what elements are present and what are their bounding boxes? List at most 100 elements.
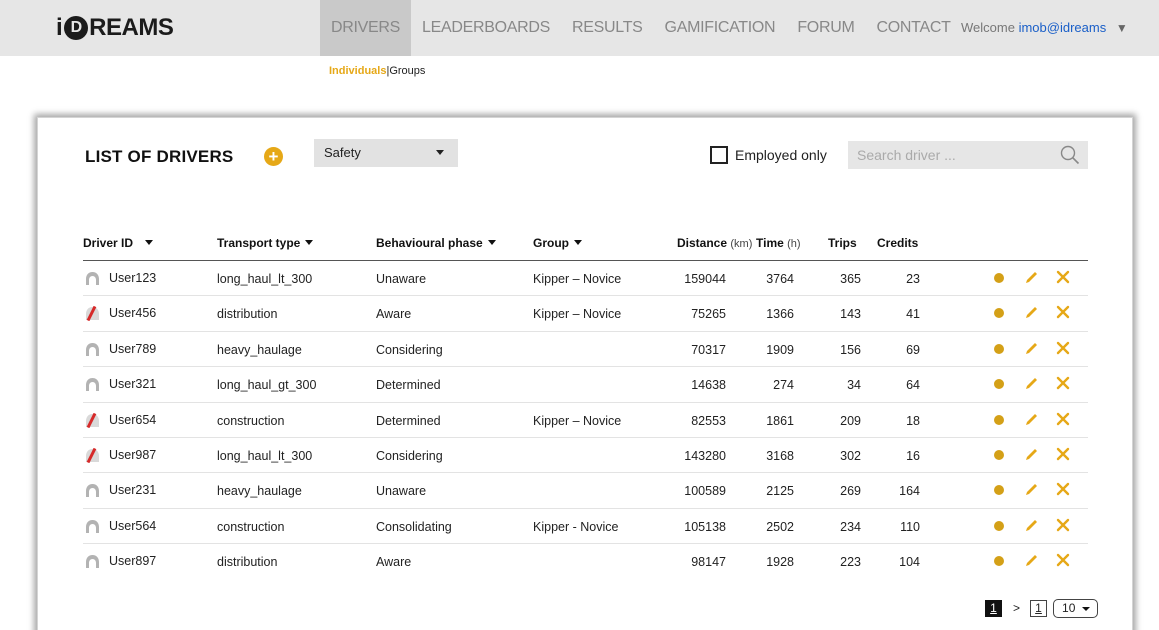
nav-results[interactable]: RESULTS (561, 0, 654, 56)
col-group[interactable]: Group (533, 236, 582, 250)
page-size-value: 10 (1062, 600, 1076, 615)
cell-credits: 110 (900, 519, 920, 534)
nav-gamification[interactable]: GAMIFICATION (654, 0, 787, 56)
status-dot-icon[interactable] (994, 273, 1004, 283)
edit-pencil-icon[interactable] (1024, 341, 1039, 356)
cell-time: 274 (773, 378, 794, 393)
delete-x-icon[interactable] (1056, 518, 1070, 532)
table-row[interactable]: User321 long_haul_gt_300 Determined 14638 27… (83, 367, 1088, 403)
welcome-menu[interactable]: Welcome imob@idreams ▼ (961, 20, 1128, 35)
subnav-groups[interactable]: Groups (389, 65, 425, 77)
delete-x-icon[interactable] (1056, 341, 1070, 355)
pagination: 1 > 1 10 (985, 598, 1099, 618)
cell-driver-id[interactable]: User564 (109, 519, 156, 533)
edit-pencil-icon[interactable] (1024, 447, 1039, 462)
delete-x-icon[interactable] (1056, 270, 1070, 284)
page-last[interactable]: 1 (1030, 599, 1048, 617)
nav-forum[interactable]: FORUM (786, 0, 865, 56)
table-row[interactable]: User123 long_haul_lt_300 Unaware Kipper – N… (83, 261, 1088, 297)
edit-pencil-icon[interactable] (1024, 412, 1039, 427)
cell-driver-id[interactable]: User789 (109, 342, 156, 356)
table-row[interactable]: User654 construction Determined Kipper – No… (83, 403, 1088, 438)
sort-caret-icon[interactable] (574, 240, 582, 245)
cell-credits: 18 (906, 413, 920, 428)
table-row[interactable]: User789 heavy_haulage Considering 70317 1909… (83, 332, 1088, 368)
search-driver-input[interactable] (848, 141, 1048, 169)
cell-time: 3764 (766, 272, 794, 286)
col-time-unit: (h) (787, 238, 801, 250)
search-icon[interactable] (1060, 145, 1080, 165)
subnav-individuals[interactable]: Individuals (329, 65, 386, 77)
nav-drivers[interactable]: DRIVERS (320, 0, 412, 56)
table-row[interactable]: User897 distribution Aware 98147 1928 223 104 (83, 544, 1088, 579)
cell-driver-id[interactable]: User123 (109, 271, 156, 285)
logo-letter-d: D (64, 16, 89, 40)
delete-x-icon[interactable] (1056, 482, 1070, 496)
page-current[interactable]: 1 (985, 599, 1002, 617)
cell-group: Kipper – Novice (533, 307, 622, 322)
page-next[interactable]: > (1013, 601, 1020, 615)
cell-driver-id[interactable]: User654 (109, 413, 156, 427)
user-avatar-icon (86, 484, 99, 498)
table-row[interactable]: User987 long_haul_lt_300 Considering 143280… (83, 438, 1088, 474)
status-dot-icon[interactable] (994, 556, 1004, 567)
status-dot-icon[interactable] (994, 520, 1004, 531)
employed-only-label[interactable]: Employed only (735, 147, 827, 163)
table-row[interactable]: User564 construction Consolidating Kipper -… (83, 509, 1088, 545)
add-driver-button[interactable]: + (264, 147, 283, 166)
sort-caret-icon[interactable] (145, 240, 154, 245)
category-select[interactable]: Safety (314, 139, 458, 167)
status-dot-icon[interactable] (994, 485, 1004, 496)
delete-x-icon[interactable] (1056, 553, 1070, 567)
page-size-select[interactable]: 10 (1053, 598, 1099, 618)
cell-behavioural-phase: Aware (376, 307, 412, 322)
edit-pencil-icon[interactable] (1024, 518, 1039, 533)
caret-down-icon[interactable]: ▼ (1116, 21, 1128, 35)
sort-caret-icon[interactable] (305, 240, 314, 245)
delete-x-icon[interactable] (1056, 447, 1070, 461)
edit-pencil-icon[interactable] (1024, 482, 1039, 497)
idreams-logo[interactable]: i D REAMS (56, 14, 174, 42)
cell-driver-id[interactable]: User897 (109, 554, 156, 568)
cell-distance: 100589 (684, 484, 726, 499)
col-behavioural-phase[interactable]: Behavioural phase (376, 236, 496, 250)
col-driver-id[interactable]: Driver ID (83, 236, 154, 250)
edit-pencil-icon[interactable] (1024, 553, 1039, 568)
status-dot-icon[interactable] (994, 379, 1004, 390)
chevron-down-icon (436, 150, 444, 155)
delete-x-icon[interactable] (1056, 412, 1070, 426)
cell-driver-id[interactable]: User987 (109, 448, 156, 462)
edit-pencil-icon[interactable] (1024, 270, 1039, 285)
sort-caret-icon[interactable] (487, 240, 496, 245)
cell-trips: 365 (840, 272, 861, 286)
status-dot-icon[interactable] (994, 343, 1004, 354)
nav-contact[interactable]: CONTACT (866, 0, 962, 56)
edit-pencil-icon[interactable] (1024, 305, 1039, 320)
cell-driver-id[interactable]: User321 (109, 377, 156, 391)
edit-pencil-icon[interactable] (1024, 376, 1039, 391)
nav-leaderboards[interactable]: LEADERBOARDS (411, 0, 561, 56)
delete-x-icon[interactable] (1056, 305, 1070, 319)
delete-x-icon[interactable] (1056, 376, 1070, 390)
logo-text: REAMS (89, 14, 174, 41)
user-avatar-icon (86, 272, 99, 285)
cell-group: Kipper - Novice (533, 519, 619, 534)
cell-trips: 302 (840, 448, 861, 463)
col-transport-type[interactable]: Transport type (217, 236, 314, 250)
cell-credits: 16 (906, 448, 920, 463)
status-dot-icon[interactable] (994, 449, 1004, 460)
table-row[interactable]: User231 heavy_haulage Unaware 100589 2125 269… (83, 473, 1088, 509)
cell-driver-id[interactable]: User231 (109, 483, 156, 497)
welcome-user[interactable]: imob@idreams (1019, 20, 1107, 35)
status-dot-icon[interactable] (994, 308, 1004, 319)
employed-only-checkbox[interactable] (710, 146, 728, 164)
status-dot-icon[interactable] (994, 414, 1004, 425)
table-row[interactable]: User456 distribution Aware Kipper – Novice 7… (83, 296, 1088, 332)
col-trips: Trips (828, 236, 857, 250)
cell-trips: 34 (847, 378, 861, 393)
cell-group: Kipper – Novice (533, 272, 622, 286)
cell-driver-id[interactable]: User456 (109, 306, 156, 320)
cell-trips: 234 (840, 519, 861, 534)
cell-credits: 164 (899, 484, 920, 499)
sub-nav: Individuals|Groups (329, 65, 425, 77)
